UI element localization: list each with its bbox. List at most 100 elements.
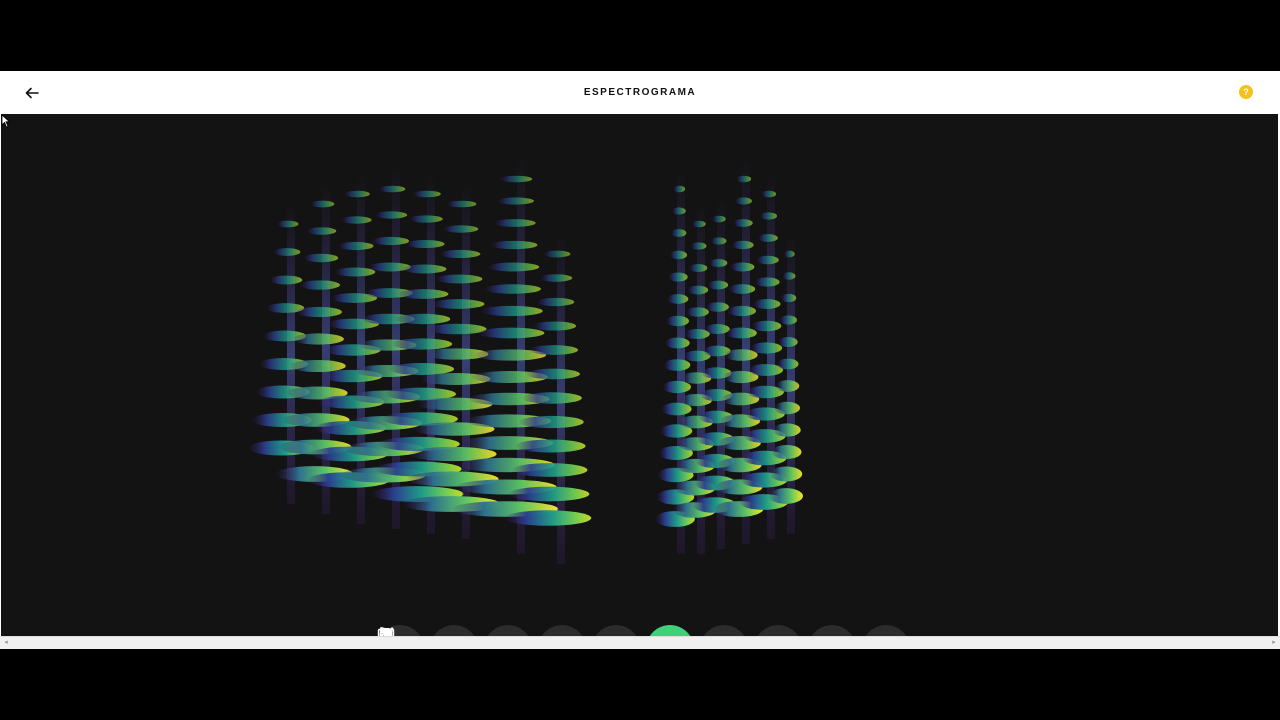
harp-button[interactable] <box>380 625 586 636</box>
spectrogram-ridge <box>687 285 709 295</box>
spectrogram-ridge <box>292 333 344 345</box>
spectrogram-ridge <box>435 274 483 284</box>
spectrogram-ridge <box>508 486 590 502</box>
spectrogram-ridge <box>529 345 579 355</box>
spectrogram-ridge <box>730 262 755 272</box>
spectrogram-ridge <box>689 264 708 272</box>
spectrogram-ridge <box>525 368 580 380</box>
spectrogram-ridge <box>731 240 754 250</box>
spectrogram-ridge <box>412 190 441 198</box>
spectrogram-ridge <box>727 305 756 317</box>
spectrogram-ridge <box>493 219 536 227</box>
spectrogram-ridge <box>391 338 453 350</box>
spectrogram-ridge <box>753 299 781 309</box>
spectrogram-ridge <box>750 342 783 354</box>
spectrogram-ridge <box>768 488 803 504</box>
spectrogram-ridge <box>337 241 374 251</box>
spectrogram-ridge <box>775 380 800 392</box>
laptop-button[interactable] <box>379 625 856 636</box>
spectrogram-ridge <box>772 423 801 437</box>
spectrogram-ridge <box>724 349 758 361</box>
spectrogram-ridge <box>375 211 408 219</box>
spectrogram-ridge <box>484 284 541 294</box>
spectrogram-ridge <box>736 175 752 183</box>
wine-glass-button[interactable] <box>382 625 910 636</box>
spectrogram-ridge <box>511 463 588 477</box>
scroll-right-arrow-icon[interactable]: ▸ <box>1270 639 1278 647</box>
spectrogram-ridge <box>784 250 795 258</box>
spectrogram-ridge <box>443 225 479 233</box>
spectrogram-ridge <box>778 337 798 347</box>
spectrogram-ridge <box>395 313 451 325</box>
spectrogram-ridge <box>496 197 534 205</box>
spectrogram-ridge <box>536 297 575 307</box>
spectrogram-ridge <box>477 327 545 339</box>
spectrogram-ridge <box>686 307 709 317</box>
spectrogram-ridge <box>344 190 370 198</box>
synth-button[interactable] <box>377 625 748 636</box>
bird-button[interactable] <box>383 625 802 636</box>
spectrogram-ridge <box>712 215 726 223</box>
spectrogram-ridge <box>405 239 445 249</box>
spectrogram-ridge <box>756 255 779 265</box>
spectrogram-ridge <box>341 216 372 224</box>
horizontal-scrollbar[interactable]: ◂ ▸ <box>0 636 1280 649</box>
spectrogram-ridge <box>662 380 691 394</box>
spectrogram-ridge <box>306 227 337 235</box>
spectrogram-ridge <box>487 262 540 272</box>
mouse-cursor-icon <box>1 114 11 128</box>
spectrogram-ridge <box>431 299 485 309</box>
spectrogram-ridge <box>707 280 729 290</box>
spectrogram-visualization <box>248 159 803 564</box>
spectrogram-ridge <box>270 275 303 285</box>
spectrogram-ridge <box>774 401 800 415</box>
flute-button[interactable] <box>381 625 532 636</box>
spectrogram-ridge <box>779 315 797 325</box>
spectrogram-ridge <box>289 359 346 373</box>
spectrogram-ridge <box>522 392 582 404</box>
spectrogram-ridge <box>378 185 406 193</box>
spectrogram-ridge <box>771 444 802 460</box>
spectrogram-ridge <box>761 190 777 198</box>
trombone-button[interactable] <box>381 625 694 636</box>
spectrogram-ridge <box>446 200 477 208</box>
spectrogram-canvas[interactable] <box>1 114 1278 636</box>
spectrogram-ridge <box>539 274 573 282</box>
spectrogram-ridge <box>782 272 796 280</box>
spectrogram-ridge <box>303 253 339 263</box>
spectrogram-ridge <box>518 415 584 429</box>
spectrogram-ridge <box>439 249 481 259</box>
spectrogram-ridge <box>398 289 449 299</box>
spectrogram-ridge <box>670 229 687 237</box>
spectrogram-ridge <box>299 280 341 290</box>
spectrogram-ridge <box>480 305 543 317</box>
spectrogram-ridge <box>755 277 780 287</box>
spectrogram-ridge <box>490 240 538 250</box>
spectrogram-ridge <box>759 212 778 220</box>
spectrogram-ridge <box>515 439 586 453</box>
video-frame: ESPECTROGRAMA ? ◂ ▸ <box>0 0 1280 720</box>
spectrogram-ridge <box>770 466 803 482</box>
spectrogram-ridge <box>296 306 342 318</box>
spectrogram-ridge <box>728 284 756 294</box>
spectrogram-ridge <box>669 250 688 260</box>
spectrogram-ridge <box>751 320 782 332</box>
spectrogram-ridge <box>273 248 301 256</box>
voice-button[interactable] <box>379 625 640 636</box>
app-window: ESPECTROGRAMA ? ◂ ▸ <box>0 71 1280 649</box>
spectrogram-ridge <box>667 294 689 304</box>
spectrogram-ridge <box>725 327 757 339</box>
spectrogram-ridge <box>663 359 691 371</box>
help-icon: ? <box>1243 87 1249 97</box>
spectrogram-ridge <box>706 302 729 312</box>
spectrogram-ridge <box>500 175 533 183</box>
spectrogram-ridge <box>543 250 571 258</box>
spectrogram-ridge <box>371 236 410 246</box>
help-button[interactable]: ? <box>1239 85 1253 99</box>
scroll-left-arrow-icon[interactable]: ◂ <box>2 639 10 647</box>
instrument-toolbar <box>376 625 910 636</box>
spectrogram-ridge <box>504 510 592 526</box>
spectrogram-ridge <box>673 185 686 193</box>
touch-button[interactable] <box>381 625 478 636</box>
spectrogram-ridge <box>532 321 577 331</box>
